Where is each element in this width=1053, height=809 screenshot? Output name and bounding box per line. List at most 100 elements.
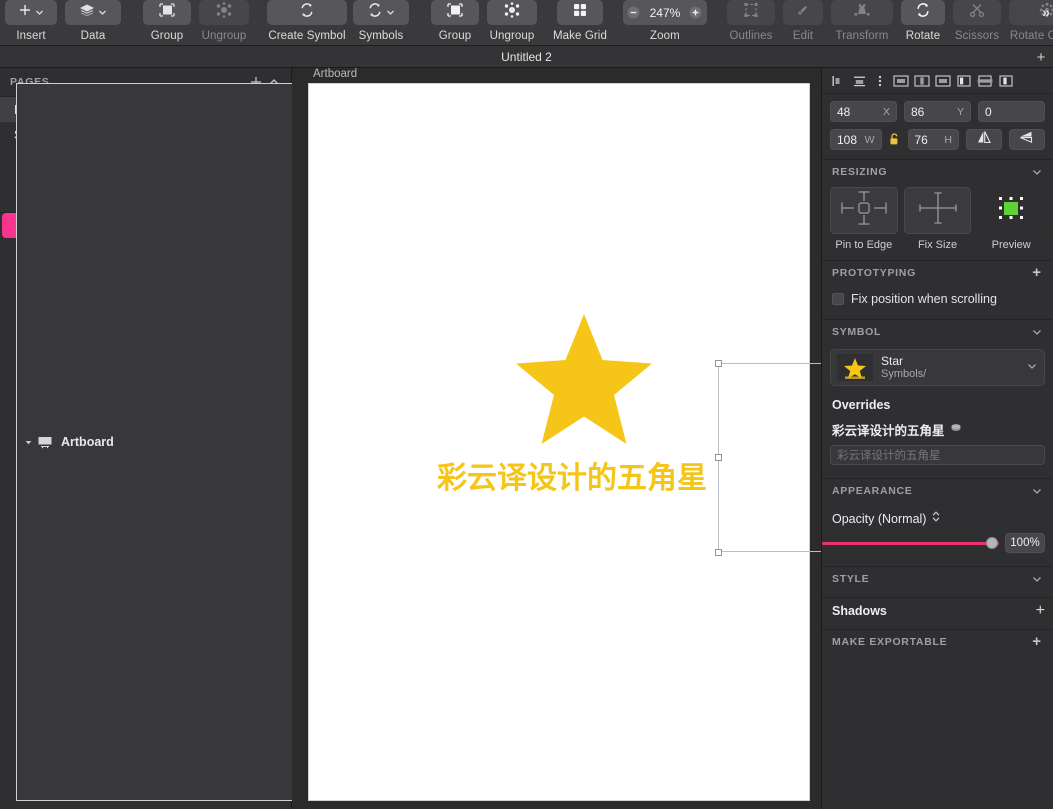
toolbar-label: Make Grid xyxy=(553,30,607,42)
align-center-horizontal-icon[interactable] xyxy=(850,72,868,90)
toolbar-label: Insert xyxy=(16,30,46,42)
star-shape[interactable] xyxy=(514,312,654,447)
toolbar-item-data[interactable]: Data xyxy=(65,0,121,42)
flip-horizontal-button[interactable] xyxy=(966,129,1002,150)
toolbar-item-make-grid[interactable]: Make Grid xyxy=(553,0,607,42)
resizing-options: Pin to Edge Fix Size Preview xyxy=(822,183,1053,251)
resizing-preview[interactable]: Preview xyxy=(977,187,1046,251)
resizing-label: Fix Size xyxy=(917,239,958,251)
override-label-text: 彩云译设计的五角星 xyxy=(832,423,945,438)
plus-icon xyxy=(17,2,33,23)
resizing-pin-to-edge[interactable]: Pin to Edge xyxy=(830,187,898,251)
toolbar-label: Ungroup xyxy=(201,30,247,42)
toolbar: Insert Data Group Ungroup Create Symbol … xyxy=(0,0,1053,46)
align-middle-icon[interactable] xyxy=(913,72,931,90)
toolbar-label: Ungroup xyxy=(489,30,535,42)
chevron-down-icon[interactable] xyxy=(1029,164,1045,180)
disclosure-triangle-icon[interactable] xyxy=(21,435,35,449)
opacity-value-field[interactable]: 100% xyxy=(1005,533,1045,553)
opacity-slider-knob[interactable] xyxy=(986,537,998,549)
symbol-rotate-icon xyxy=(298,1,316,24)
zoom-in-button[interactable] xyxy=(685,5,707,20)
toolbar-item-group-2[interactable]: Group xyxy=(431,0,479,42)
appearance-section-header[interactable]: APPEARANCE xyxy=(822,478,1053,502)
fix-position-checkbox[interactable] xyxy=(832,293,844,305)
opacity-slider-track xyxy=(822,541,999,545)
override-text-input[interactable]: 彩云译设计的五角星 xyxy=(830,445,1045,465)
resizing-title: RESIZING xyxy=(832,165,888,178)
toolbar-overflow-button[interactable]: » xyxy=(1042,4,1050,20)
toolbar-item-transform: Transform xyxy=(830,0,893,42)
chevron-down-icon[interactable] xyxy=(33,0,45,25)
fix-position-row[interactable]: Fix position when scrolling xyxy=(822,284,1053,306)
align-right-edge-icon[interactable] xyxy=(997,72,1015,90)
override-text[interactable]: 彩云译设计的五角星 xyxy=(437,462,712,496)
prototyping-title: PROTOTYPING xyxy=(832,266,916,279)
add-prototyping-button[interactable]: + xyxy=(1029,265,1045,281)
artboard-name-label[interactable]: Artboard xyxy=(313,68,357,80)
shadows-section-header[interactable]: Shadows + xyxy=(822,597,1053,623)
symbol-selector[interactable]: Star Symbols/ xyxy=(830,349,1045,386)
add-shadow-button[interactable]: + xyxy=(1036,602,1045,620)
add-export-button[interactable]: + xyxy=(1029,634,1045,650)
rotation-field[interactable]: 0 xyxy=(978,101,1045,122)
alignment-toolbar xyxy=(822,68,1053,94)
toolbar-item-zoom[interactable]: 247% Zoom xyxy=(622,0,707,42)
canvas-area[interactable]: Artboard 彩云译设计的五角星 xyxy=(292,68,822,809)
prototyping-section-header[interactable]: PROTOTYPING + xyxy=(822,260,1053,284)
style-section-header[interactable]: STYLE xyxy=(822,566,1053,590)
toolbar-item-group-1[interactable]: Group xyxy=(143,0,191,42)
distribute-icon[interactable] xyxy=(871,72,889,90)
symbol-info: Star Symbols/ xyxy=(881,353,1018,381)
flip-horizontal-icon xyxy=(976,130,992,149)
chevron-down-icon[interactable] xyxy=(1029,571,1045,587)
align-left-icon[interactable] xyxy=(829,72,847,90)
opacity-slider[interactable] xyxy=(822,536,999,550)
zoom-out-button[interactable] xyxy=(623,5,645,20)
toolbar-item-symbols[interactable]: Symbols xyxy=(353,0,409,42)
toolbar-item-rotate[interactable]: Rotate xyxy=(900,0,945,42)
toolbar-item-ungroup-2[interactable]: Ungroup xyxy=(487,0,537,42)
layers-stack-icon xyxy=(78,2,96,23)
toolbar-item-create-symbol[interactable]: Create Symbol xyxy=(267,0,347,42)
width-field[interactable]: 108 W xyxy=(830,129,882,150)
align-bottom-icon[interactable] xyxy=(934,72,952,90)
style-title: STYLE xyxy=(832,572,870,585)
symbol-section-header[interactable]: SYMBOL xyxy=(822,319,1053,343)
make-exportable-section-header[interactable]: MAKE EXPORTABLE + xyxy=(822,629,1053,653)
toolbar-label: Symbols xyxy=(358,30,404,42)
override-reset-icon[interactable] xyxy=(950,422,962,437)
x-field[interactable]: 48 X xyxy=(830,101,897,122)
selection-handle-tl[interactable] xyxy=(715,360,722,367)
toolbar-item-insert[interactable]: Insert xyxy=(5,0,57,42)
flip-vertical-button[interactable] xyxy=(1009,129,1045,150)
selection-handle-ml[interactable] xyxy=(715,454,722,461)
toolbar-label: Outlines xyxy=(729,30,773,42)
chevron-down-icon[interactable] xyxy=(384,0,396,25)
selection-handle-bl[interactable] xyxy=(715,549,722,556)
symbol-path: Symbols/ xyxy=(881,367,927,380)
artboard-canvas[interactable]: 彩云译设计的五角星 xyxy=(308,83,810,801)
chevron-down-icon[interactable] xyxy=(1029,324,1045,340)
symbol-rotate-icon xyxy=(366,1,384,24)
group-icon xyxy=(445,1,465,24)
align-center-vertical-icon[interactable] xyxy=(976,72,994,90)
resizing-fix-size[interactable]: Fix Size xyxy=(903,187,972,251)
chevron-down-icon[interactable] xyxy=(1029,483,1045,499)
toolbar-label: Rotate xyxy=(905,30,941,42)
unlock-icon[interactable] xyxy=(889,133,901,146)
blend-mode-stepper-icon[interactable] xyxy=(931,510,941,528)
add-tab-button[interactable]: + xyxy=(1033,49,1049,65)
toolbar-label: Zoom xyxy=(650,30,680,42)
y-field[interactable]: 86 Y xyxy=(904,101,971,122)
align-top-icon[interactable] xyxy=(892,72,910,90)
right-inspector: 48 X 86 Y 0 108 W 76 H RESIZING Pin to E… xyxy=(822,68,1053,809)
height-field[interactable]: 76 H xyxy=(907,129,959,150)
chevron-down-icon[interactable] xyxy=(96,0,108,25)
resizing-section-header[interactable]: RESIZING xyxy=(822,159,1053,183)
symbol-name: Star xyxy=(881,353,904,368)
resizing-label: Pin to Edge xyxy=(835,239,893,251)
height-unit: H xyxy=(944,133,952,146)
align-left-edge-icon[interactable] xyxy=(955,72,973,90)
chevron-down-icon[interactable] xyxy=(1026,359,1038,377)
